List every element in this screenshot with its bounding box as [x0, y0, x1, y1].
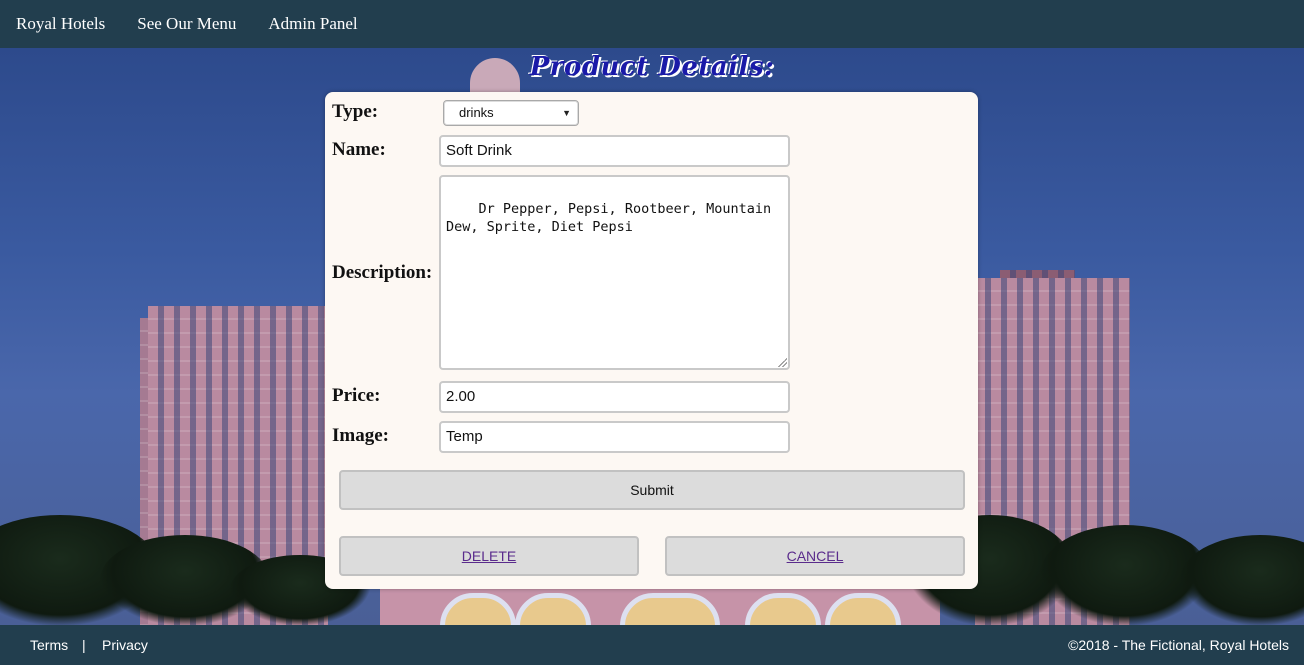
price-label: Price: — [332, 385, 381, 406]
type-label: Type: — [332, 101, 379, 122]
caret-down-icon: ▼ — [562, 108, 571, 118]
hotel-arch — [620, 593, 720, 625]
type-select-value: drinks — [459, 105, 494, 120]
name-input[interactable]: Soft Drink — [439, 135, 790, 167]
footer-terms-link[interactable]: Terms — [30, 637, 68, 653]
type-select[interactable]: drinks ▼ — [443, 100, 579, 126]
cancel-button[interactable]: CANCEL — [665, 536, 965, 576]
palm-tree — [1180, 535, 1304, 625]
description-text: Dr Pepper, Pepsi, Rootbeer, Mountain Dew… — [446, 201, 780, 235]
top-navbar: Royal Hotels See Our Menu Admin Panel — [0, 0, 1304, 48]
image-label: Image: — [332, 425, 389, 446]
description-label: Description: — [332, 262, 433, 283]
image-input[interactable]: Temp — [439, 421, 790, 453]
nav-brand-royal-hotels[interactable]: Royal Hotels — [16, 14, 105, 34]
delete-button[interactable]: DELETE — [339, 536, 639, 576]
footer-copyright: ©2018 - The Fictional, Royal Hotels — [1068, 637, 1289, 653]
footer-privacy-link[interactable]: Privacy — [102, 637, 148, 653]
footer-separator: | — [82, 637, 86, 653]
nav-see-our-menu[interactable]: See Our Menu — [137, 14, 236, 34]
resize-handle-icon[interactable] — [777, 357, 787, 367]
name-label: Name: — [332, 139, 386, 160]
page-title: Product Details: — [529, 52, 775, 82]
description-textarea[interactable]: Dr Pepper, Pepsi, Rootbeer, Mountain Dew… — [439, 175, 790, 370]
nav-admin-panel[interactable]: Admin Panel — [268, 14, 357, 34]
product-form-card: Type: drinks ▼ Name: Soft Drink Descript… — [325, 92, 978, 589]
price-input[interactable]: 2.00 — [439, 381, 790, 413]
footer: Terms | Privacy ©2018 - The Fictional, R… — [0, 625, 1304, 665]
submit-button[interactable]: Submit — [339, 470, 965, 510]
